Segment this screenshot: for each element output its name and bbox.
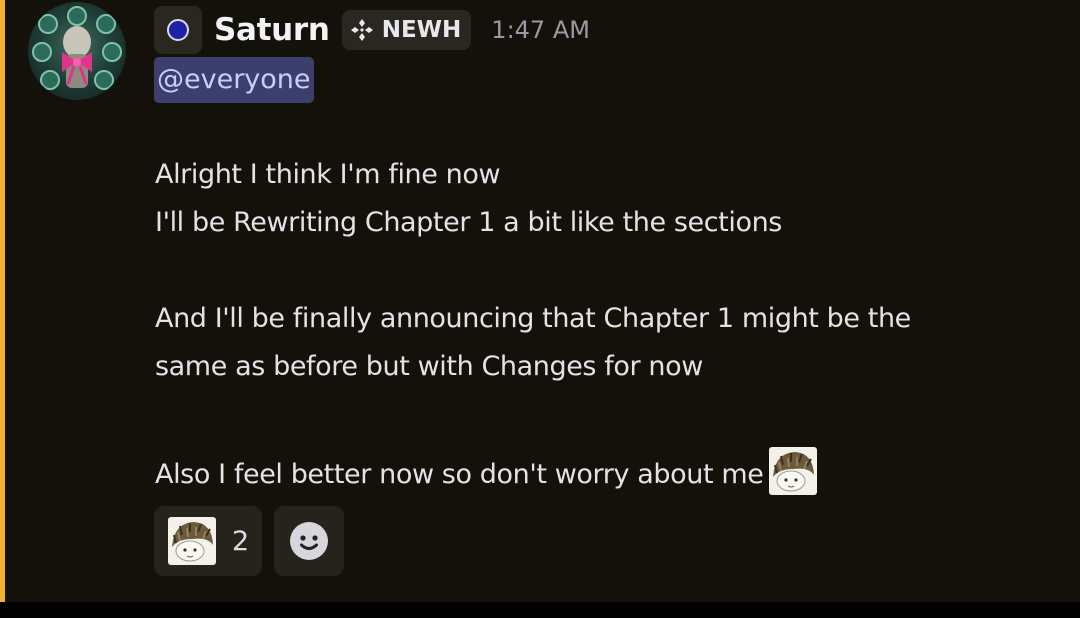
- mention-highlight-bar: [0, 0, 5, 602]
- message-container: Saturn NEWH 1:47 AM @everyone Alright I …: [0, 0, 1080, 602]
- message-header: Saturn NEWH 1:47 AM: [154, 4, 590, 56]
- avatar[interactable]: [28, 2, 126, 100]
- message-line-last: Also I feel better now so don't worry ab…: [155, 447, 818, 495]
- reaction-button[interactable]: 2: [154, 506, 262, 576]
- everyone-mention[interactable]: @everyone: [154, 57, 314, 103]
- reaction-count: 2: [232, 525, 250, 557]
- hedgehog-emoji[interactable]: [769, 447, 818, 495]
- server-tag-label: NEWH: [381, 17, 462, 43]
- message-line: Alright I think I'm fine now: [155, 159, 501, 190]
- server-tag[interactable]: NEWH: [341, 10, 472, 50]
- timestamp[interactable]: 1:47 AM: [491, 16, 590, 44]
- role-dot: [167, 19, 189, 41]
- author-name[interactable]: Saturn: [214, 12, 330, 48]
- message-line: Also I feel better now so don't worry ab…: [155, 459, 764, 490]
- message-line: And I'll be finally announcing that Chap…: [155, 303, 911, 334]
- avatar-image: [32, 6, 122, 90]
- hedgehog-emoji: [168, 517, 216, 565]
- smiley-icon: [290, 522, 328, 560]
- message-line: same as before but with Changes for now: [155, 351, 703, 382]
- hedgehog-icon: [773, 452, 815, 492]
- reactions-bar: 2: [154, 506, 344, 576]
- diamond-cross-icon: [350, 19, 373, 41]
- role-icon[interactable]: [154, 6, 202, 54]
- message-line: I'll be Rewriting Chapter 1 a bit like t…: [155, 207, 782, 238]
- add-reaction-button[interactable]: [274, 506, 344, 576]
- hedgehog-icon: [172, 522, 213, 562]
